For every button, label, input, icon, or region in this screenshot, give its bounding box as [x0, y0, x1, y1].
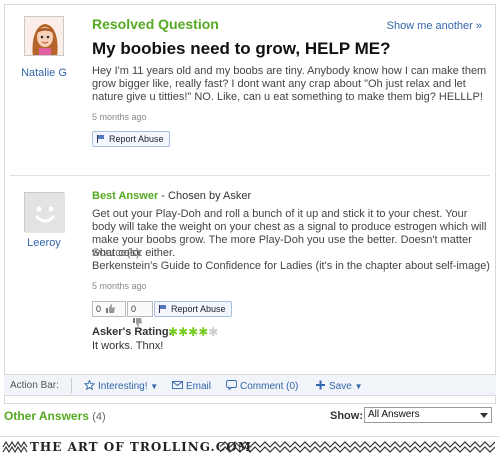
star-empty-icon: ✱ [208, 325, 219, 339]
show-filter-value: All Answers [368, 409, 420, 420]
plus-icon [316, 380, 325, 390]
flag-icon [97, 135, 104, 143]
watermark-text: THE ART OF TROLLING.COM [30, 440, 253, 454]
best-answer-label: Best Answer [92, 190, 159, 202]
sources-text: Berkenstein's Guide to Confidence for La… [92, 260, 490, 272]
email-button[interactable]: Email [172, 380, 211, 392]
askers-rating-label: Asker's Rating: [92, 326, 173, 338]
flag-icon [159, 305, 166, 313]
question-panel [4, 4, 496, 404]
question-report-abuse-button[interactable]: Report Abuse [92, 131, 170, 147]
comment-button[interactable]: Comment (0) [226, 380, 298, 392]
star-filled-icon: ✱ [168, 325, 179, 339]
interesting-button[interactable]: Interesting! ▼ [84, 380, 158, 392]
answerer-name[interactable]: Leeroy [4, 237, 84, 249]
save-label: Save [329, 381, 352, 392]
watermark-banner: THE ART OF TROLLING.COM [0, 436, 500, 457]
action-bar: Action Bar: Interesting! ▼ Email Comment… [4, 374, 496, 396]
answer-timestamp: 5 months ago [92, 281, 147, 291]
dropdown-arrow-icon [480, 413, 488, 418]
show-filter-select[interactable]: All Answers [364, 407, 492, 423]
report-abuse-label: Report Abuse [109, 134, 164, 144]
default-avatar-icon [25, 193, 65, 233]
asker-avatar-image [25, 17, 63, 55]
show-another-link[interactable]: Show me another » [387, 20, 482, 32]
chevron-down-icon: ▼ [150, 382, 159, 391]
chevron-down-icon: ▼ [354, 382, 363, 391]
asker-avatar[interactable] [24, 16, 64, 56]
comment-bubble-icon [226, 380, 237, 390]
thumbs-down-button[interactable]: 0 [127, 301, 153, 327]
envelope-icon [172, 381, 183, 389]
action-bar-separator [71, 378, 72, 393]
thumbs-down-count: 0 [131, 304, 137, 314]
thumbs-up-icon [105, 304, 115, 313]
other-answers-label: Other Answers [4, 409, 89, 423]
interesting-label: Interesting! [98, 381, 148, 392]
question-timestamp: 5 months ago [92, 112, 147, 122]
comment-label: Comment (0) [240, 381, 299, 392]
answerer-avatar[interactable] [24, 192, 65, 233]
decorative-border-icon [2, 440, 28, 454]
star-filled-icon: ✱ [198, 325, 209, 339]
best-answer-body: Get out your Play-Doh and roll a bunch o… [92, 208, 487, 259]
other-answers-count: (4) [92, 411, 106, 423]
star-filled-icon: ✱ [188, 325, 199, 339]
chosen-by-label: - Chosen by Asker [158, 190, 252, 202]
section-divider [10, 175, 490, 176]
asker-name[interactable]: Natalie G [4, 67, 84, 79]
star-outline-icon [84, 380, 95, 390]
answer-report-abuse-button[interactable]: Report Abuse [154, 301, 232, 317]
thumbs-up-button[interactable]: 0 [92, 301, 126, 317]
resolved-status: Resolved Question [92, 16, 219, 32]
decorative-border-icon [220, 441, 495, 453]
other-answers-heading: Other Answers (4) [4, 409, 106, 423]
rating-stars: ✱✱✱✱✱ [168, 325, 218, 339]
star-filled-icon: ✱ [178, 325, 189, 339]
best-answer-heading: Best Answer - Chosen by Asker [92, 190, 251, 202]
report-abuse-label: Report Abuse [171, 304, 226, 314]
email-label: Email [186, 381, 212, 392]
question-body: Hey I'm 11 years old and my boobs are ti… [92, 65, 487, 103]
rating-comment: It works. Thnx! [92, 340, 164, 352]
thumbs-up-count: 0 [96, 304, 102, 314]
question-title: My boobies need to grow, HELP ME? [92, 39, 391, 58]
sources-label: Source(s): [92, 247, 143, 259]
save-button[interactable]: Save ▼ [315, 380, 363, 392]
action-bar-label: Action Bar: [10, 380, 59, 391]
show-filter-label: Show: [330, 410, 363, 422]
